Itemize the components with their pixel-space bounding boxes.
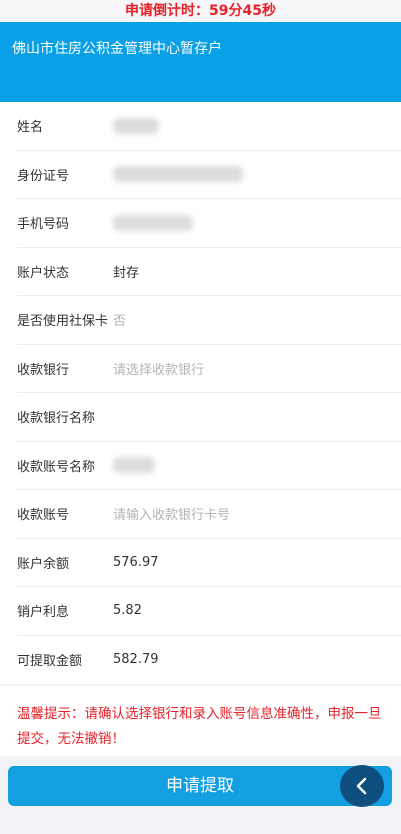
name-label: 姓名 bbox=[17, 120, 44, 136]
id-number-row: 身份证号 bbox=[17, 151, 401, 199]
apply-withdraw-button[interactable]: 申请提取 bbox=[8, 766, 392, 806]
social-card-row[interactable]: 是否使用社保卡 否 bbox=[17, 296, 401, 345]
name-value-redacted bbox=[113, 117, 159, 134]
interest-row: 销户利息 5.82 bbox=[17, 587, 401, 636]
phone-value-redacted bbox=[113, 214, 193, 231]
account-name-value-redacted bbox=[113, 457, 155, 474]
interest-value: 5.82 bbox=[113, 603, 142, 619]
social-card-value[interactable]: 否 bbox=[113, 310, 126, 329]
account-name-row: 收款账号名称 bbox=[17, 442, 401, 490]
page-title: 佛山市住房公积金管理中心暂存户 bbox=[12, 41, 222, 57]
bank-label: 收款银行 bbox=[17, 362, 70, 378]
balance-row: 账户余额 576.97 bbox=[17, 539, 401, 587]
bank-name-row: 收款银行名称 bbox=[17, 393, 401, 442]
withdrawable-row: 可提取金额 582.79 bbox=[17, 636, 401, 685]
countdown-timer: 申请倒计时：59分45秒 bbox=[0, 0, 401, 22]
withdrawable-label: 可提取金额 bbox=[17, 654, 83, 670]
withdrawal-form: 姓名 身份证号 手机号码 账户状态 封存 是否使用社保卡 否 收款银行 请选择收… bbox=[0, 102, 401, 684]
page-header: 佛山市住房公积金管理中心暂存户 bbox=[0, 22, 401, 102]
interest-label: 销户利息 bbox=[17, 605, 70, 621]
name-row: 姓名 bbox=[17, 102, 401, 151]
warning-tip: 温馨提示：请确认选择银行和录入账号信息准确性，申报一旦提交，无法撤销！ bbox=[0, 686, 401, 756]
balance-value: 576.97 bbox=[113, 554, 159, 570]
id-number-value-redacted bbox=[113, 166, 243, 183]
account-status-value: 封存 bbox=[113, 265, 140, 281]
bank-select-row[interactable]: 收款银行 请选择收款银行 bbox=[17, 345, 401, 393]
account-number-input[interactable]: 请输入收款银行卡号 bbox=[113, 504, 230, 523]
back-arrow-icon[interactable] bbox=[340, 765, 384, 807]
account-status-row: 账户状态 封存 bbox=[17, 248, 401, 296]
bank-select[interactable]: 请选择收款银行 bbox=[113, 359, 204, 378]
account-name-label: 收款账号名称 bbox=[17, 459, 96, 475]
phone-label: 手机号码 bbox=[17, 217, 70, 233]
withdrawable-value: 582.79 bbox=[113, 652, 159, 668]
id-number-label: 身份证号 bbox=[17, 168, 70, 184]
bank-name-label: 收款银行名称 bbox=[17, 411, 96, 427]
page: 申请倒计时：59分45秒 佛山市住房公积金管理中心暂存户 姓名 身份证号 手机号… bbox=[0, 0, 401, 834]
balance-label: 账户余额 bbox=[17, 556, 70, 572]
account-number-row[interactable]: 收款账号 请输入收款银行卡号 bbox=[17, 490, 401, 539]
chevron-left-icon bbox=[356, 777, 367, 795]
account-status-label: 账户状态 bbox=[17, 265, 70, 281]
account-number-label: 收款账号 bbox=[17, 508, 70, 524]
social-card-label: 是否使用社保卡 bbox=[17, 314, 109, 330]
phone-row: 手机号码 bbox=[17, 199, 401, 248]
